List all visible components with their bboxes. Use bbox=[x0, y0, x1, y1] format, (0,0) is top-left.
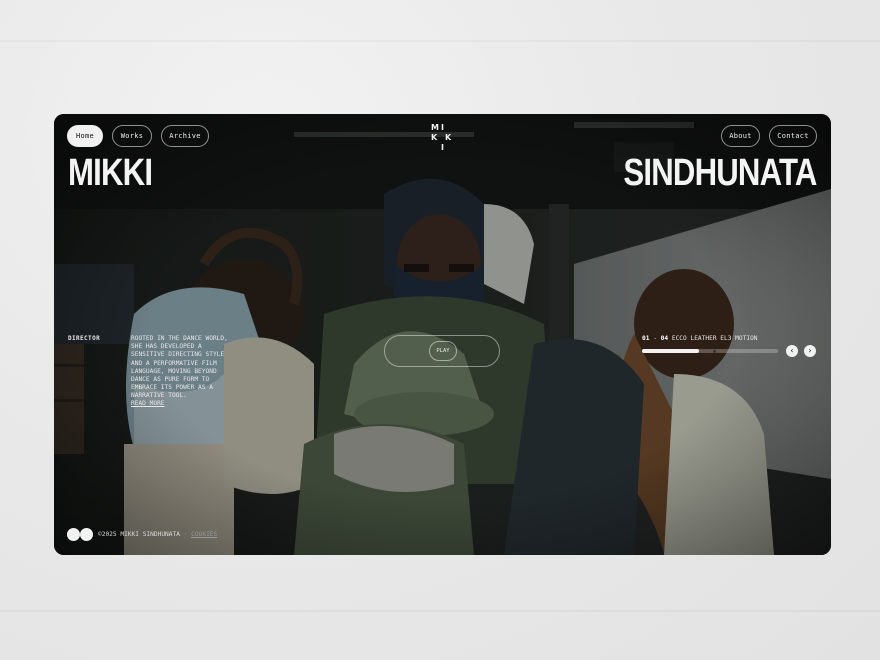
footer-logo-icon bbox=[67, 528, 93, 541]
logo-letter: K bbox=[431, 133, 438, 142]
footer-separator: · bbox=[183, 531, 188, 538]
bio-text: ROOTED IN THE DANCE WORLD, SHE HAS DEVEL… bbox=[131, 335, 228, 400]
slide-progress-bar[interactable] bbox=[642, 349, 778, 353]
copyright-text: ©2025 MIKKI SINDHUNATA bbox=[98, 531, 180, 538]
nav-contact-button[interactable]: Contact bbox=[769, 125, 817, 147]
nav-home-button[interactable]: Home bbox=[67, 125, 103, 147]
slide-progress-fill bbox=[642, 349, 700, 353]
slide-title: ECCO LEATHER EL3 MOTION bbox=[671, 335, 758, 342]
nav-works-button[interactable]: Works bbox=[112, 125, 152, 147]
cookies-link[interactable]: COOKIES bbox=[191, 531, 217, 538]
read-more-link[interactable]: READ MORE bbox=[131, 400, 165, 407]
nav-archive-button[interactable]: Archive bbox=[161, 125, 209, 147]
play-button[interactable]: PLAY bbox=[384, 335, 500, 367]
nav-about-button[interactable]: About bbox=[721, 125, 760, 147]
logo-letter: K bbox=[445, 133, 452, 142]
slide-counter: 01 - 04 ECCO LEATHER EL3 MOTION bbox=[642, 335, 758, 342]
slide-progress-marker bbox=[713, 349, 717, 353]
slide-separator: - bbox=[653, 335, 657, 342]
role-label: DIRECTOR bbox=[68, 335, 101, 342]
slide-total: 04 bbox=[660, 335, 669, 342]
hero-frame: Home Works Archive M I K K I About Conta… bbox=[54, 114, 831, 555]
chevron-right-icon[interactable]: › bbox=[804, 345, 816, 357]
logo-letter: I bbox=[441, 123, 444, 132]
logo-letter: M bbox=[431, 123, 439, 132]
play-label: PLAY bbox=[429, 341, 457, 361]
slide-current: 01 bbox=[642, 335, 650, 342]
chevron-left-icon[interactable]: ‹ bbox=[786, 345, 798, 357]
hero-first-name: MIKKI bbox=[68, 152, 153, 194]
hero-last-name: SINDHUNATA bbox=[623, 152, 818, 194]
logo-letter: I bbox=[441, 143, 444, 152]
footer: ©2025 MIKKI SINDHUNATA · COOKIES bbox=[98, 531, 217, 538]
site-logo[interactable]: M I K K I bbox=[425, 123, 455, 159]
